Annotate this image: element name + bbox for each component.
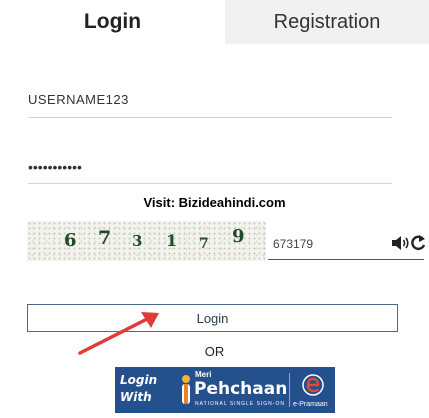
login-with-line1: Login xyxy=(120,373,158,387)
login-with-line2: With xyxy=(120,390,152,404)
captcha-input-value: 673179 xyxy=(273,237,314,251)
tab-login[interactable]: Login xyxy=(0,0,225,44)
login-with-label: Login With xyxy=(120,372,157,406)
auth-tabs: Login Registration xyxy=(0,0,429,44)
meri-pehchaan-login-button[interactable]: Login With Meri Pehchaan NATIONAL SINGLE… xyxy=(115,367,335,413)
captcha-digit: 7 xyxy=(98,227,112,249)
username-value: USERNAME123 xyxy=(28,92,129,107)
password-value: ••••••••••• xyxy=(28,159,82,175)
captcha-image: 6 7 3 1 7 9 xyxy=(27,221,266,261)
tab-registration[interactable]: Registration xyxy=(225,0,429,44)
captcha-digit: 9 xyxy=(232,226,245,247)
banner-divider xyxy=(289,373,290,407)
captcha-digit: 1 xyxy=(166,231,178,250)
person-icon xyxy=(182,375,190,404)
password-field[interactable]: ••••••••••• xyxy=(28,146,392,184)
captcha-digit: 7 xyxy=(199,236,209,252)
visit-text: Visit: Bizideahindi.com xyxy=(143,195,286,210)
captcha-digit: 6 xyxy=(64,230,77,251)
refresh-icon[interactable] xyxy=(410,234,426,252)
username-field[interactable]: USERNAME123 xyxy=(28,80,392,118)
meri-pehchaan-logo: Meri Pehchaan NATIONAL SINGLE SIGN-ON xyxy=(179,370,287,410)
speaker-icon[interactable] xyxy=(390,235,410,251)
e-pramaan-logo-icon xyxy=(302,374,324,396)
pehchaan-text: Pehchaan xyxy=(194,379,288,399)
captcha-digit: 3 xyxy=(132,232,143,250)
meri-text: Meri xyxy=(195,370,212,379)
national-sso-text: NATIONAL SINGLE SIGN-ON xyxy=(195,401,285,407)
captcha-input[interactable]: 673179 xyxy=(268,229,426,260)
e-pramaan-text: e-Pramaan xyxy=(293,401,328,408)
or-divider: OR xyxy=(204,344,225,359)
